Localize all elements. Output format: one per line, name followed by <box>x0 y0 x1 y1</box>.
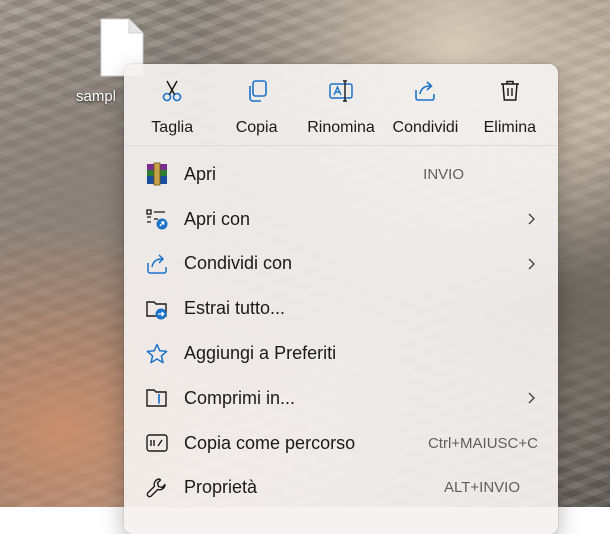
menu-item-properties[interactable]: Proprietà ALT+INVIO <box>124 466 558 511</box>
copy-path-icon <box>144 430 170 456</box>
action-bar: Taglia Copia Rinomina Condividi Elimina <box>124 64 558 146</box>
copy-label: Copia <box>235 119 278 136</box>
menu-item-label: Proprietà <box>184 477 258 498</box>
winrar-icon <box>144 161 170 187</box>
rename-button[interactable]: Rinomina <box>299 64 383 145</box>
menu-item-label: Apri con <box>184 208 251 229</box>
menu-item-label: Copia come percorso <box>184 432 356 453</box>
menu-item-label: Estrai tutto... <box>184 298 286 319</box>
scissors-icon <box>159 78 185 109</box>
chevron-right-icon <box>528 213 535 225</box>
rename-icon <box>328 78 354 109</box>
wrench-icon <box>144 475 170 501</box>
cut-button[interactable]: Taglia <box>130 64 214 145</box>
file-name-label[interactable]: sampl <box>76 88 116 105</box>
menu-item-open[interactable]: Apri INVIO <box>124 152 558 197</box>
trash-icon <box>497 78 523 109</box>
menu-item-label: Aggiungi a Preferiti <box>184 343 337 364</box>
menu-item-add-favorites[interactable]: Aggiungi a Preferiti <box>124 331 558 376</box>
delete-label: Elimina <box>483 119 537 136</box>
copy-icon <box>244 78 270 109</box>
delete-button[interactable]: Elimina <box>468 64 552 145</box>
share-label: Condividi <box>392 119 459 136</box>
rename-label: Rinomina <box>307 119 375 136</box>
extract-folder-icon <box>144 296 170 322</box>
share-icon <box>412 78 438 109</box>
share-icon <box>144 251 170 277</box>
open-with-icon <box>144 206 170 232</box>
menu-item-open-with[interactable]: Apri con <box>124 197 558 242</box>
menu-item-share-with[interactable]: Condividi con <box>124 242 558 287</box>
share-button[interactable]: Condividi <box>383 64 467 145</box>
shortcut-text: ALT+INVIO <box>444 479 520 497</box>
chevron-right-icon <box>528 392 535 404</box>
shortcut-text: INVIO <box>423 165 464 183</box>
menu-item-label: Comprimi in... <box>184 387 296 408</box>
menu-item-label: Condividi con <box>184 253 293 274</box>
menu-item-copy-as-path[interactable]: Copia come percorso Ctrl+MAIUSC+C <box>124 421 558 466</box>
menu-item-extract-all[interactable]: Estrai tutto... <box>124 286 558 331</box>
menu-items: Apri INVIO Apri con Condividi con Estrai… <box>124 146 558 510</box>
cut-label: Taglia <box>151 119 194 136</box>
shortcut-text: Ctrl+MAIUSC+C <box>427 434 538 452</box>
copy-button[interactable]: Copia <box>214 64 298 145</box>
menu-item-label: Apri <box>184 163 217 184</box>
chevron-right-icon <box>528 258 535 270</box>
menu-item-compress-to[interactable]: Comprimi in... <box>124 376 558 421</box>
star-icon <box>144 341 170 367</box>
zip-folder-icon <box>144 385 170 411</box>
context-menu: Taglia Copia Rinomina Condividi Elimina <box>124 64 558 534</box>
